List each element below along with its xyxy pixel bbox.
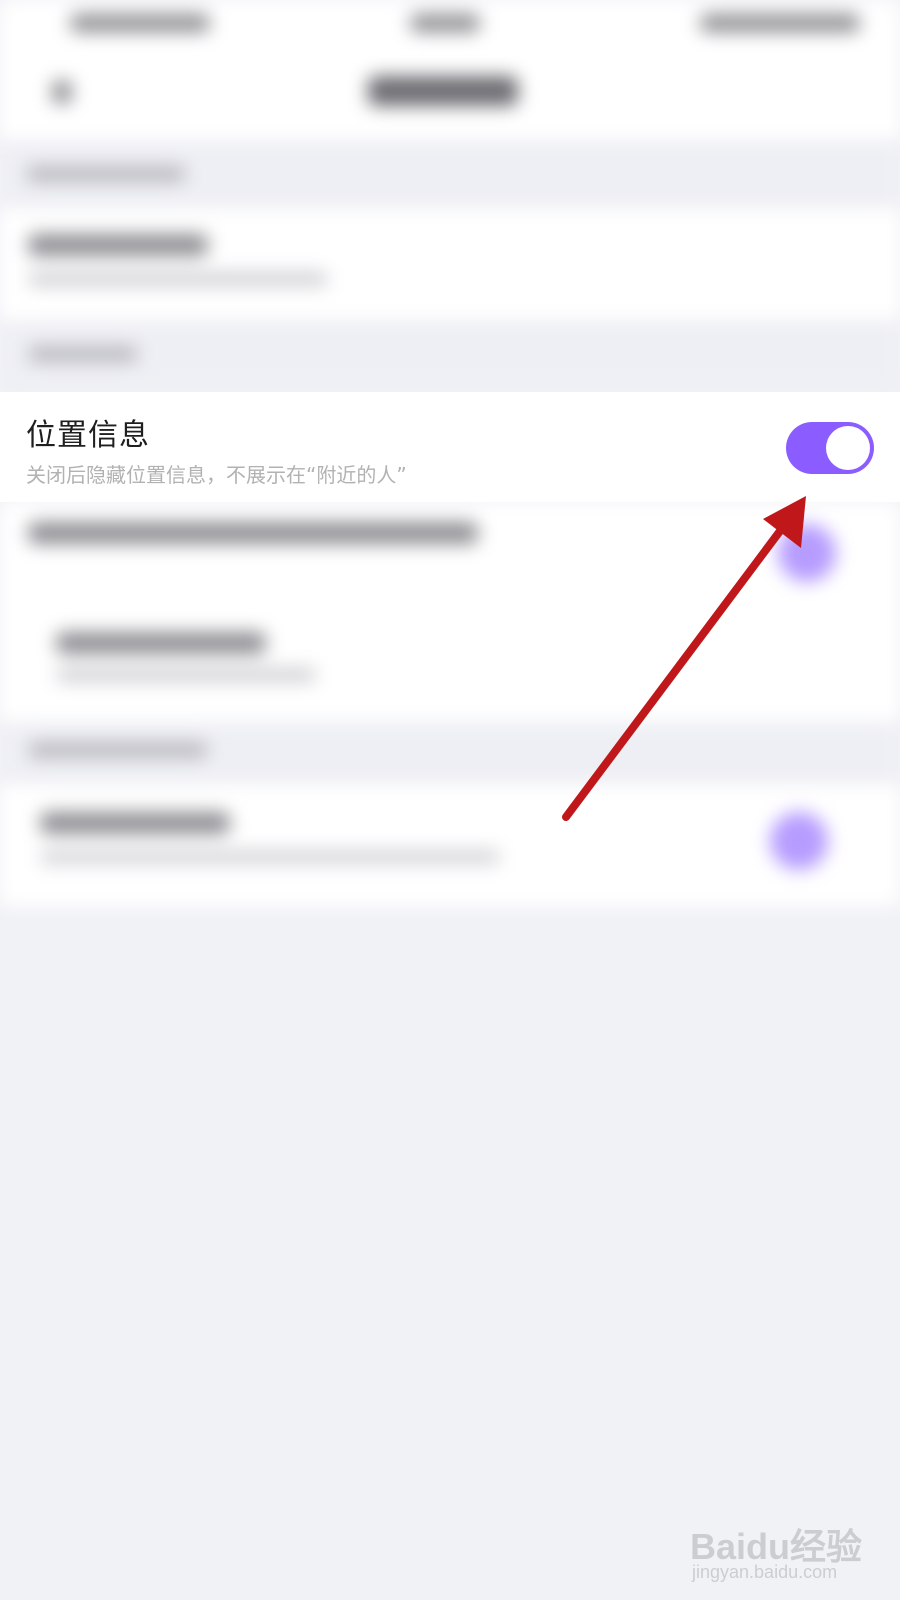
watermark-url: jingyan.baidu.com — [692, 1562, 838, 1582]
toggle-knob — [826, 426, 870, 470]
blurred-background — [0, 0, 900, 1600]
baidu-jingyan-watermark: Baidu经验 jingyan.baidu.com — [690, 1500, 890, 1590]
location-setting-description: 关闭后隐藏位置信息，不展示在“附近的人” — [26, 463, 407, 487]
location-setting-title: 位置信息 — [26, 418, 150, 453]
location-toggle-switch[interactable] — [786, 422, 874, 474]
